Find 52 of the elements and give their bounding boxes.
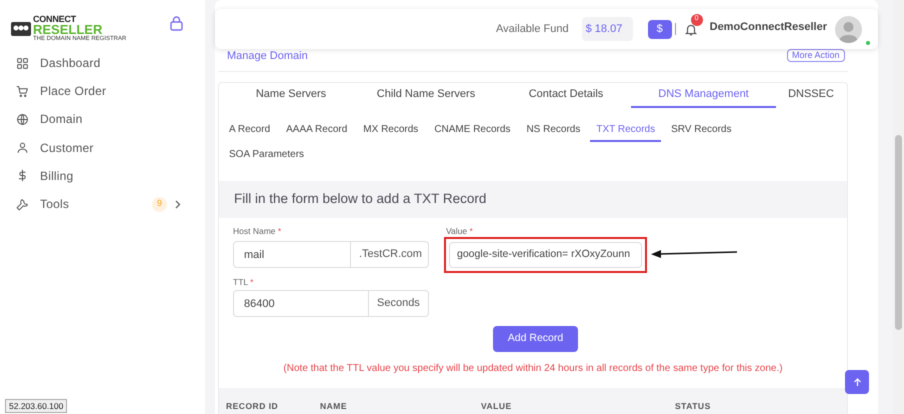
user-icon — [16, 141, 29, 154]
column-header: STATUS — [675, 400, 711, 413]
cart-icon — [16, 84, 29, 98]
record-tab[interactable]: TXT Records — [590, 119, 662, 142]
globe-icon — [16, 112, 29, 126]
avatar[interactable] — [835, 16, 862, 42]
host-name-field[interactable]: mail — [233, 241, 351, 268]
sidebar-item[interactable]: Dashboard — [0, 49, 205, 78]
column-header: NAME — [320, 400, 348, 413]
sidebar-item[interactable]: Tools 9 — [0, 190, 205, 218]
scroll-top-button[interactable] — [845, 370, 869, 394]
record-tab[interactable]: NS Records — [520, 119, 586, 142]
add-record-button[interactable]: Add Record — [493, 326, 578, 352]
sidebar-item[interactable]: Domain — [0, 105, 205, 134]
count-badge: 9 — [152, 196, 167, 212]
field-label: Host Name * — [233, 226, 282, 236]
tab[interactable]: Child Name Servers — [351, 83, 501, 108]
arrow-icon — [651, 248, 739, 258]
scrollbar[interactable] — [893, 0, 904, 414]
page-title: Manage Domain — [227, 49, 308, 64]
sidebar-item[interactable]: Billing — [0, 162, 205, 190]
sidebar-item[interactable]: Place Order — [0, 77, 205, 106]
wrench-icon — [16, 198, 29, 211]
status-tooltip: 52.203.60.100 — [5, 399, 68, 413]
record-tab[interactable]: SRV Records — [665, 119, 738, 142]
field-label: TTL * — [233, 277, 254, 287]
ttl-field[interactable]: 86400 — [233, 290, 369, 317]
note-text: (Note that the TTL value you specify will be updated within 24 hours in all records of the same type for this zone.) — [282, 362, 784, 376]
record-tab[interactable]: CNAME Records — [428, 119, 516, 142]
tab[interactable]: DNSSEC — [776, 83, 846, 108]
grid-icon — [16, 56, 29, 70]
record-tab[interactable]: A Record — [223, 119, 276, 142]
field-label: Value * — [446, 226, 473, 236]
tab[interactable]: Name Servers — [231, 83, 351, 108]
column-header: RECORD ID — [226, 400, 278, 413]
more-action-button[interactable]: More Action — [787, 49, 845, 62]
arrow-up-icon — [852, 378, 862, 386]
add-fund-button[interactable]: $ — [648, 20, 672, 38]
fund-amount: $ 18.07 — [582, 16, 633, 42]
sidebar-item[interactable]: Customer — [0, 134, 205, 162]
column-header: VALUE — [481, 400, 512, 413]
form-title: Fill in the form below to add a TXT Record — [234, 190, 486, 208]
lock-icon[interactable] — [170, 16, 183, 31]
ttl-unit: Seconds — [369, 290, 429, 317]
domain-suffix: .TestCR.com — [351, 241, 429, 268]
tab[interactable]: DNS Management — [631, 83, 776, 108]
record-tab[interactable]: MX Records — [357, 119, 424, 142]
record-tab[interactable]: AAAA Record — [280, 119, 354, 142]
value-field[interactable]: google-site-verification= rXOxyZounn — [449, 242, 642, 268]
record-tab[interactable]: SOA Parameters — [223, 144, 310, 167]
tab[interactable]: Contact Details — [501, 83, 631, 108]
user-name[interactable]: DemoConnectReseller — [710, 19, 827, 36]
